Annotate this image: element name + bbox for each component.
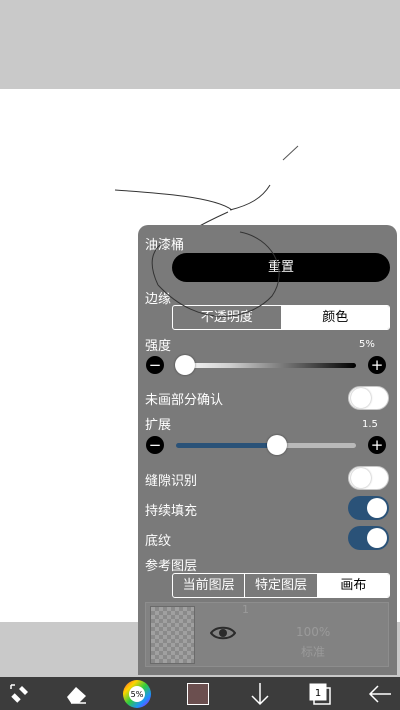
transform-icon [10, 683, 28, 703]
strength-slider[interactable] [176, 363, 356, 368]
texture-label: 底纹 [145, 534, 172, 549]
layers-icon: 1 [309, 683, 331, 705]
strength-value: 5% [359, 339, 375, 350]
paint-bucket-panel: 油漆桶 重置 边缘 不透明度 颜色 强度 5% − + 未画部分确认 扩展 1.… [138, 225, 397, 675]
edge-segment: 不透明度 颜色 [172, 305, 390, 330]
layer-blend-mode: 标准 [301, 645, 326, 659]
expand-plus-button[interactable]: + [368, 436, 386, 454]
current-color-swatch [187, 682, 209, 705]
gap-detection-label: 缝隙识别 [145, 474, 198, 489]
strength-label: 强度 [145, 339, 172, 354]
color-wheel-label: 5% [131, 690, 144, 699]
back-button[interactable] [360, 677, 400, 710]
eraser-tool-button[interactable] [57, 677, 97, 710]
layer-opacity: 100% [296, 625, 331, 639]
top-bar [0, 0, 400, 89]
edge-label: 边缘 [145, 292, 172, 307]
toggle-knob [367, 498, 387, 518]
reference-layer-label: 参考图层 [145, 559, 198, 574]
unpainted-confirm-label: 未画部分确认 [145, 393, 224, 408]
move-down-button[interactable] [240, 677, 280, 710]
gap-detection-toggle[interactable] [348, 466, 389, 490]
color-wheel-button[interactable]: 5% [117, 677, 157, 710]
expand-slider-thumb[interactable] [267, 435, 287, 455]
expand-slider-filled[interactable] [176, 443, 277, 448]
eye-icon[interactable] [210, 625, 236, 641]
strength-plus-button[interactable]: + [368, 356, 386, 374]
reference-layer-segment: 当前图层 特定图层 画布 [172, 573, 390, 598]
strength-slider-thumb[interactable] [175, 355, 195, 375]
reference-option-specific-layer[interactable]: 特定图层 [245, 574, 318, 597]
expand-value: 1.5 [362, 419, 378, 430]
layer-thumbnail [150, 606, 195, 664]
layers-button[interactable]: 1 [300, 677, 340, 710]
continuous-fill-label: 持续填充 [145, 504, 198, 519]
toggle-knob [351, 388, 371, 408]
layer-row[interactable]: 1 100% 标准 [145, 602, 389, 667]
current-color-button[interactable] [178, 677, 218, 710]
continuous-fill-toggle[interactable] [348, 496, 389, 520]
layer-number: 1 [242, 603, 249, 616]
back-arrow-icon [368, 684, 391, 703]
strength-minus-button[interactable]: − [146, 356, 164, 374]
unpainted-confirm-toggle[interactable] [348, 386, 389, 410]
expand-slider-track[interactable] [277, 443, 356, 448]
transform-tool-button[interactable] [0, 677, 40, 710]
eraser-icon [67, 686, 86, 704]
edge-option-opacity[interactable]: 不透明度 [173, 306, 282, 329]
texture-toggle[interactable] [348, 526, 389, 550]
bottom-toolbar: 5% 1 [0, 677, 400, 710]
edge-option-color[interactable]: 颜色 [281, 306, 389, 329]
toggle-knob [351, 468, 371, 488]
expand-minus-button[interactable]: − [146, 436, 164, 454]
color-wheel-icon: 5% [123, 679, 151, 708]
expand-label: 扩展 [145, 418, 172, 433]
reference-option-current-layer[interactable]: 当前图层 [173, 574, 246, 597]
reference-option-canvas[interactable]: 画布 [317, 574, 389, 597]
layers-count: 1 [315, 688, 321, 699]
toggle-knob [367, 528, 387, 548]
move-down-icon [251, 682, 269, 705]
reset-button[interactable]: 重置 [172, 253, 390, 282]
bucket-title: 油漆桶 [145, 238, 185, 253]
